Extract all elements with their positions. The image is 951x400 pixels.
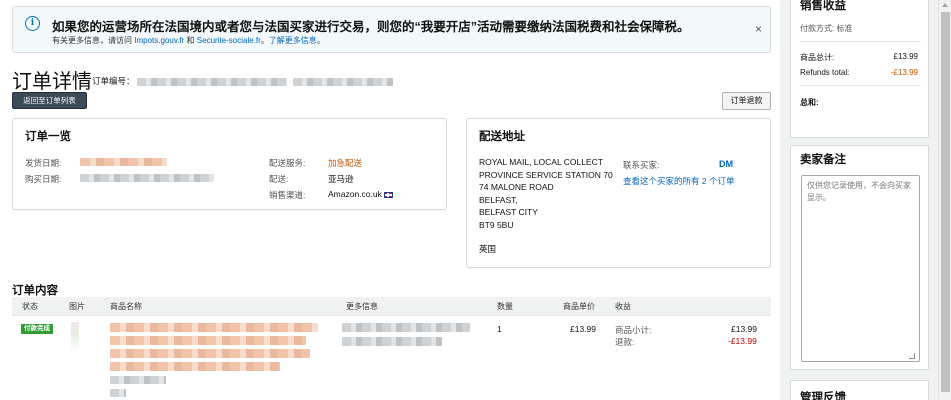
- purchase-date-redacted: [80, 174, 214, 182]
- address-line: ROYAL MAIL, LOCAL COLLECT: [479, 157, 603, 167]
- manage-feedback-title: 管理反馈: [800, 392, 846, 400]
- column-header: 商品名称: [110, 302, 142, 311]
- securite-sociale-link[interactable]: Securite-sociale.fr: [197, 36, 261, 45]
- item-total-label: 商品总计:: [800, 53, 835, 62]
- order-contents-header: 状态 图片 商品名称 更多信息 数量 商品单价 收益: [12, 297, 771, 316]
- product-name-redacted: [110, 336, 306, 345]
- back-to-orders-button[interactable]: 返回至订单列表: [12, 92, 87, 109]
- seller-notes-textarea[interactable]: 仅供您记录使用，不会向买家显示。: [801, 175, 920, 362]
- seller-notes-panel: 卖家备注 仅供您记录使用，不会向买家显示。: [790, 145, 929, 370]
- unit-price: £13.99: [570, 324, 596, 334]
- close-icon[interactable]: ×: [755, 22, 762, 36]
- sales-channel-label: 销售渠道:: [269, 190, 306, 200]
- product-name-redacted[interactable]: [110, 323, 318, 332]
- quantity: 1: [497, 324, 502, 334]
- refund-order-button[interactable]: 订单退款: [722, 92, 771, 110]
- subtotal-label: 商品小计:: [615, 325, 652, 335]
- product-name-redacted: [110, 362, 280, 371]
- order-summary-card: 订单一览 发货日期: 购买日期: 配送服务: 加急配送 配送: 亚马逊 销售渠道…: [12, 118, 447, 210]
- order-number: 订单编号：: [92, 75, 394, 87]
- contact-buyer-link[interactable]: DM: [719, 159, 733, 169]
- buyer-all-orders-link[interactable]: 查看这个买家的所有 2 个订单: [623, 175, 734, 187]
- shipping-address: ROYAL MAIL, LOCAL COLLECT PROVINCE SERVI…: [479, 156, 613, 232]
- page-title: 订单详情: [12, 71, 92, 93]
- subtotal-value: £13.99: [731, 324, 757, 334]
- address-line: 74 MALONE ROAD: [479, 182, 554, 193]
- resize-handle-icon[interactable]: [909, 353, 915, 359]
- order-number-redacted: [136, 77, 287, 86]
- manage-feedback-panel: 管理反馈: [790, 380, 929, 400]
- notice-sub-end: 。: [316, 36, 325, 45]
- uk-flag-icon: [383, 191, 393, 198]
- divider: [800, 85, 921, 86]
- sales-proceeds-panel: 销售收益 付款方式: 标准 商品总计: £13.99 Refunds total…: [790, 0, 929, 138]
- product-image: [71, 322, 79, 352]
- column-header: 商品单价: [563, 302, 595, 311]
- more-info-redacted: [342, 337, 442, 346]
- shipping-service-value: 加急配送: [328, 158, 363, 168]
- more-info-redacted: [342, 323, 470, 332]
- learn-more-link[interactable]: 了解更多信息: [269, 36, 317, 45]
- refunds-total-value: -£13.99: [890, 68, 918, 77]
- notice-sub-sep: 。: [260, 36, 269, 45]
- column-header: 更多信息: [346, 302, 378, 311]
- notice-subtext: 有关更多信息，请访问 Impots.gouv.fr 和 Securite-soc…: [52, 35, 325, 46]
- ship-date-label: 发货日期:: [25, 158, 62, 168]
- tax-notice-banner: i 如果您的运营场所在法国境内或者您与法国买家进行交易，则您的“我要开店”活动需…: [12, 6, 771, 53]
- seller-notes-title: 卖家备注: [800, 154, 846, 166]
- scrollbar-thumb[interactable]: [941, 12, 950, 392]
- contact-buyer-label: 联系买家:: [623, 160, 660, 170]
- fulfillment-label: 配送:: [269, 174, 289, 184]
- divider: [800, 41, 921, 42]
- column-header: 状态: [22, 302, 38, 311]
- ship-date-redacted: [80, 158, 167, 166]
- shipping-service-label: 配送服务:: [269, 158, 306, 168]
- scroll-up-icon[interactable]: [942, 3, 948, 7]
- order-details-page: i 如果您的运营场所在法国境内或者您与法国买家进行交易，则您的“我要开店”活动需…: [0, 0, 951, 400]
- status-badge: 付款完成: [21, 324, 53, 334]
- notice-sub-and: 和: [184, 36, 197, 45]
- product-asin-redacted: [110, 389, 126, 397]
- column-header: 收益: [615, 302, 631, 311]
- fulfillment-value: 亚马逊: [328, 174, 354, 184]
- refund-value: -£13.99: [728, 336, 757, 346]
- vertical-scrollbar[interactable]: [938, 0, 951, 400]
- address-line: BT9 5BU: [479, 219, 514, 230]
- address-line: BELFAST,: [479, 194, 518, 205]
- column-header: 图片: [69, 302, 85, 311]
- column-header: 数量: [497, 302, 513, 311]
- item-total-value: £13.99: [893, 52, 918, 61]
- address-line: PROVINCE SERVICE STATION 70: [479, 169, 613, 180]
- refund-label: 退款:: [615, 337, 635, 347]
- order-number-redacted-2: [293, 77, 394, 86]
- impots-link[interactable]: Impots.gouv.fr: [134, 36, 184, 45]
- shipping-country: 英国: [479, 244, 497, 254]
- notice-title: 如果您的运营场所在法国境内或者您与法国买家进行交易，则您的“我要开店”活动需要缴…: [52, 20, 690, 34]
- order-summary-title: 订单一览: [25, 131, 71, 143]
- refunds-total-label: Refunds total:: [800, 68, 850, 77]
- address-line: BELFAST CITY: [479, 207, 538, 218]
- product-name-redacted: [110, 349, 310, 358]
- order-contents-title: 订单内容: [12, 285, 58, 297]
- sales-channel-value: Amazon.co.uk: [328, 189, 382, 199]
- sales-proceeds-title: 销售收益: [800, 0, 846, 12]
- grand-total-label: 总和:: [800, 98, 819, 107]
- shipping-address-card: 配送地址 ROYAL MAIL, LOCAL COLLECT PROVINCE …: [466, 118, 771, 268]
- shipping-address-title: 配送地址: [479, 131, 525, 143]
- info-icon: i: [25, 16, 40, 31]
- notice-sub-prefix: 有关更多信息，请访问: [52, 36, 135, 45]
- product-sku-redacted: [110, 376, 166, 384]
- right-sidebar: 销售收益 付款方式: 标准 商品总计: £13.99 Refunds total…: [780, 0, 938, 400]
- sales-channel: Amazon.co.uk: [328, 189, 393, 199]
- purchase-date-label: 购买日期:: [25, 174, 62, 184]
- order-number-label: 订单编号：: [92, 76, 135, 86]
- payment-method: 付款方式: 标准: [800, 24, 853, 33]
